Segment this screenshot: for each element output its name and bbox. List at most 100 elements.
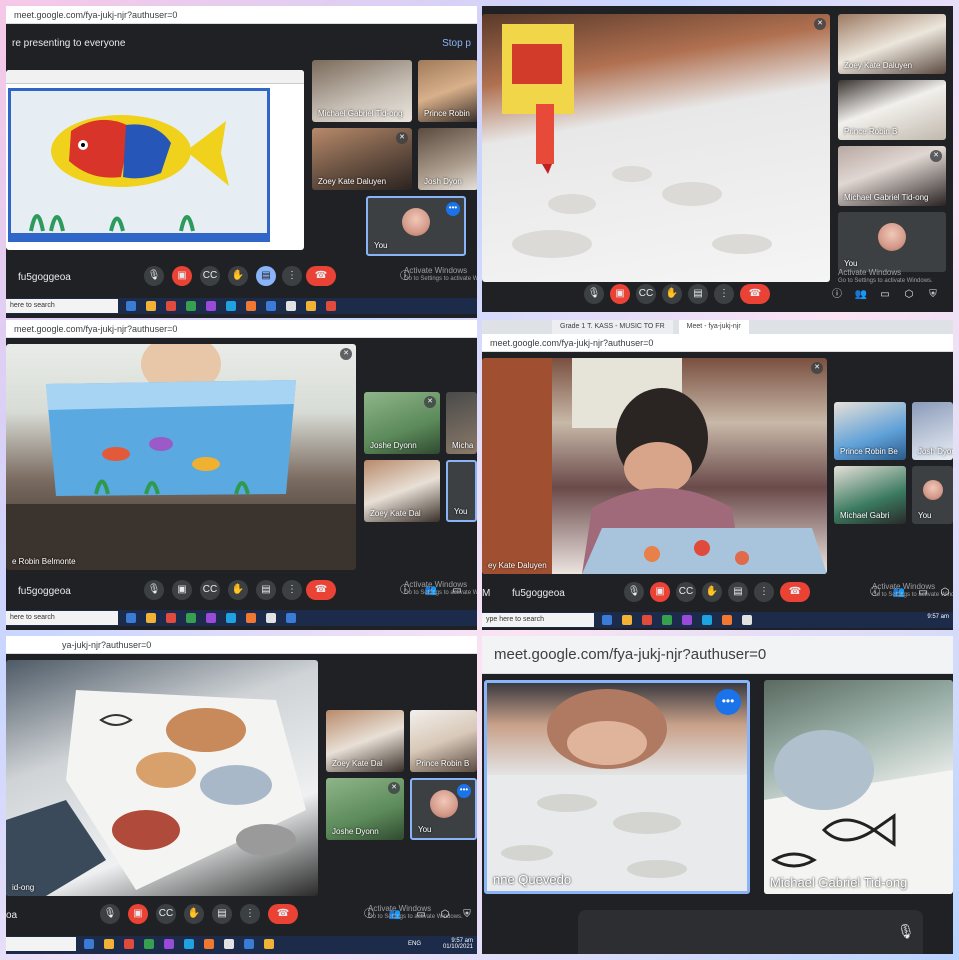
camera-off-icon[interactable]: ▣ — [128, 904, 148, 924]
captions-icon[interactable]: CC — [676, 582, 696, 602]
more-icon[interactable]: ⋮ — [282, 580, 302, 600]
taskbar-app-icon[interactable] — [124, 939, 134, 949]
participant-tile[interactable]: Prince Robin B — [838, 80, 946, 140]
taskbar-search[interactable] — [6, 937, 76, 951]
stop-presenting-button[interactable]: Stop p — [442, 24, 471, 64]
taskbar-app-icon[interactable] — [146, 613, 156, 623]
taskbar-app-icon[interactable] — [226, 613, 236, 623]
taskbar-app-icon[interactable] — [206, 613, 216, 623]
address-bar[interactable]: ya-jukj-njr?authuser=0 — [6, 636, 477, 654]
taskbar-app-icon[interactable] — [264, 939, 274, 949]
taskbar-app-icon[interactable] — [164, 939, 174, 949]
mic-icon[interactable]: 🎙 — [584, 284, 604, 304]
captions-icon[interactable]: CC — [156, 904, 176, 924]
taskbar-app-icon[interactable] — [146, 301, 156, 311]
taskbar-app-icon[interactable] — [126, 301, 136, 311]
participant-tile[interactable]: Michael Gabriel Tid-ong — [312, 60, 412, 122]
hangup-icon[interactable]: ☎ — [740, 284, 770, 304]
taskbar-app-icon[interactable] — [286, 301, 296, 311]
mic-icon[interactable]: 🎙 — [144, 580, 164, 600]
participant-tile[interactable]: Michael Gabri — [834, 466, 906, 524]
chat-icon[interactable]: ▭ — [878, 288, 892, 302]
present-icon[interactable]: ▤ — [212, 904, 232, 924]
taskbar-app-icon[interactable] — [166, 301, 176, 311]
taskbar-search[interactable]: here to search — [6, 299, 118, 313]
participant-tile[interactable]: Micha — [446, 392, 477, 454]
camera-icon[interactable]: ▣ — [172, 580, 192, 600]
hangup-icon[interactable]: ☎ — [306, 266, 336, 286]
participant-tile[interactable]: ✕ Joshe Dyonn — [364, 392, 440, 454]
camera-off-icon[interactable]: ▣ — [610, 284, 630, 304]
more-options-icon[interactable]: ••• — [457, 784, 471, 798]
mic-icon[interactable]: 🎙 — [144, 266, 164, 286]
camera-off-icon[interactable]: ▣ — [650, 582, 670, 602]
self-tile[interactable]: You — [838, 212, 946, 272]
taskbar-search[interactable]: here to search — [6, 611, 118, 625]
self-tile[interactable]: You — [912, 466, 953, 524]
lock-icon[interactable]: ⛨ — [926, 288, 940, 302]
raise-hand-icon[interactable]: ✋ — [702, 582, 722, 602]
taskbar-search[interactable]: ype here to search — [482, 613, 594, 627]
camera-off-icon[interactable]: ▣ — [172, 266, 192, 286]
raise-hand-icon[interactable]: ✋ — [228, 580, 248, 600]
participant-tile[interactable]: Josh Dyonn — [912, 402, 953, 460]
taskbar-app-icon[interactable] — [206, 301, 216, 311]
raise-hand-icon[interactable]: ✋ — [662, 284, 682, 304]
taskbar-app-icon[interactable] — [266, 613, 276, 623]
participant-tile[interactable]: Josh Dyon — [418, 128, 477, 190]
present-icon[interactable]: ▤ — [256, 266, 276, 286]
participant-tile[interactable]: ✕ Joshe Dyonn — [326, 778, 404, 840]
taskbar-app-icon[interactable] — [186, 301, 196, 311]
participant-tile[interactable]: Prince Robin B — [410, 710, 477, 772]
more-icon[interactable]: ⋮ — [282, 266, 302, 286]
taskbar-app-icon[interactable] — [722, 615, 732, 625]
more-icon[interactable]: ⋮ — [714, 284, 734, 304]
address-bar[interactable]: meet.google.com/fya-jukj-njr?authuser=0 — [6, 6, 477, 24]
self-tile[interactable]: ••• You — [366, 196, 466, 256]
taskbar-app-icon[interactable] — [244, 939, 254, 949]
mic-off-icon[interactable]: 🎙 — [897, 924, 915, 938]
mic-icon[interactable]: 🎙 — [100, 904, 120, 924]
participant-tile[interactable]: Zoey Kate Daluyen — [838, 14, 946, 74]
hangup-icon[interactable]: ☎ — [780, 582, 810, 602]
mic-icon[interactable]: 🎙 — [624, 582, 644, 602]
people-icon[interactable]: 👥 — [854, 288, 868, 302]
taskbar-app-icon[interactable] — [642, 615, 652, 625]
taskbar-app-icon[interactable] — [246, 613, 256, 623]
taskbar-app-icon[interactable] — [682, 615, 692, 625]
taskbar-app-icon[interactable] — [662, 615, 672, 625]
hangup-icon[interactable]: ☎ — [268, 904, 298, 924]
raise-hand-icon[interactable]: ✋ — [184, 904, 204, 924]
participant-tile[interactable]: Prince Robin — [418, 60, 477, 122]
captions-icon[interactable]: CC — [200, 266, 220, 286]
taskbar-app-icon[interactable] — [224, 939, 234, 949]
self-tile[interactable]: ••• You — [410, 778, 477, 840]
taskbar-app-icon[interactable] — [702, 615, 712, 625]
self-tile[interactable]: You — [446, 460, 477, 522]
participant-tile[interactable]: ✕ Zoey Kate Daluyen — [312, 128, 412, 190]
taskbar-app-icon[interactable] — [166, 613, 176, 623]
participant-tile[interactable]: Prince Robin Be — [834, 402, 906, 460]
browser-tab[interactable]: Grade 1 T. KASS - MUSIC TO FR — [552, 320, 673, 334]
taskbar-app-icon[interactable] — [126, 613, 136, 623]
taskbar-app-icon[interactable] — [266, 301, 276, 311]
taskbar-app-icon[interactable] — [246, 301, 256, 311]
participant-tile[interactable]: Zoey Kate Dal — [364, 460, 440, 522]
address-bar[interactable]: meet.google.com/fya-jukj-njr?authuser=0 — [482, 334, 953, 352]
hangup-icon[interactable]: ☎ — [306, 580, 336, 600]
taskbar-app-icon[interactable] — [184, 939, 194, 949]
taskbar-app-icon[interactable] — [104, 939, 114, 949]
present-icon[interactable]: ▤ — [688, 284, 708, 304]
more-options-icon[interactable]: ••• — [715, 689, 741, 715]
present-icon[interactable]: ▤ — [728, 582, 748, 602]
raise-hand-icon[interactable]: ✋ — [228, 266, 248, 286]
address-bar[interactable]: meet.google.com/fya-jukj-njr?authuser=0 — [482, 636, 953, 674]
participant-tile[interactable]: Zoey Kate Dal — [326, 710, 404, 772]
participant-tile-large[interactable]: Michael Gabriel Tid-ong — [764, 680, 953, 894]
taskbar-app-icon[interactable] — [186, 613, 196, 623]
taskbar-app-icon[interactable] — [602, 615, 612, 625]
more-options-icon[interactable]: ••• — [446, 202, 460, 216]
participant-tile-large[interactable]: ••• nne Quevedo — [484, 680, 750, 894]
participant-tile[interactable]: ✕ Michael Gabriel Tid-ong — [838, 146, 946, 206]
activities-icon[interactable]: ⬡ — [902, 288, 916, 302]
